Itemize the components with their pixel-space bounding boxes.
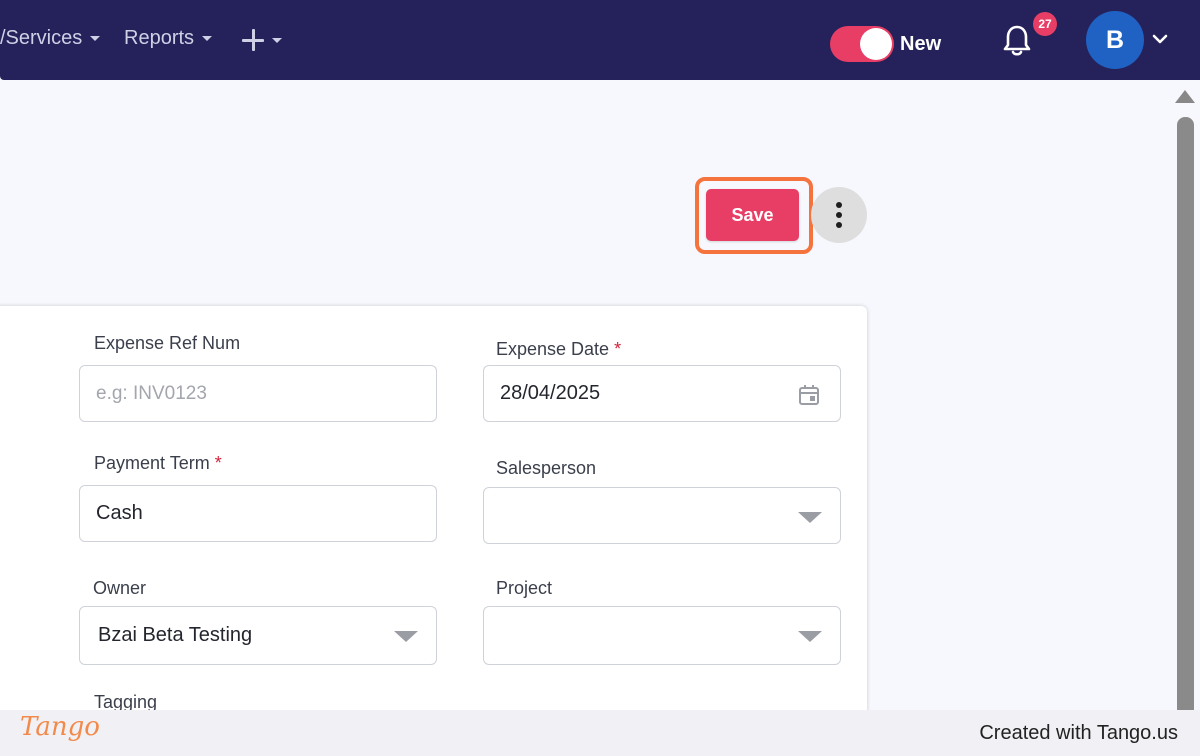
expense-date-label-text: Expense Date [496,339,610,359]
expense-ref-input[interactable]: e.g: INV0123 [79,365,437,422]
payment-term-value: Cash [96,502,143,524]
payment-term-label-text: Payment Term [94,453,210,473]
required-marker: * [614,339,622,359]
payment-term-label: Payment Term * [94,453,222,474]
required-marker: * [214,453,222,473]
tango-logo: Tango [20,712,100,742]
plus-icon [242,29,264,51]
nav-add-menu[interactable] [242,29,282,51]
more-dot [836,202,842,208]
caret-down-icon [90,36,101,41]
toggle-label: New [900,33,942,55]
salesperson-select[interactable] [483,487,841,544]
scroll-up-arrow[interactable] [1175,90,1195,103]
bell-icon[interactable] [1002,24,1032,58]
expense-date-label: Expense Date * [496,339,621,360]
dropdown-caret-icon [394,631,418,642]
notification-badge: 27 [1033,12,1057,36]
owner-select[interactable]: Bzai Beta Testing [79,606,437,665]
user-avatar[interactable]: B [1086,11,1144,69]
dropdown-caret-icon [798,631,822,642]
payment-term-input[interactable]: Cash [79,485,437,542]
nav-reports-menu[interactable]: Reports [124,27,213,50]
calendar-icon[interactable] [798,384,820,406]
expense-ref-placeholder: e.g: INV0123 [96,382,207,404]
salesperson-label: Salesperson [496,458,597,478]
expense-date-input[interactable]: 28/04/2025 [483,365,841,422]
project-label: Project [496,578,553,598]
toggle-knob [860,28,892,60]
caret-down-icon [272,37,282,43]
save-button[interactable]: Save [706,189,799,241]
owner-value: Bzai Beta Testing [98,624,253,646]
nav-reports-label: Reports [124,27,195,49]
owner-label: Owner [93,578,147,598]
new-ui-toggle[interactable] [830,26,894,62]
chevron-down-icon[interactable] [1152,33,1168,45]
dropdown-caret-icon [798,512,822,523]
expense-ref-label: Expense Ref Num [94,333,241,353]
tango-footer: Tango Created with Tango.us [0,710,1200,756]
top-navbar: /Services Reports New 27 B [0,0,1200,80]
scrollbar-thumb[interactable] [1177,117,1194,717]
more-options-button[interactable] [811,187,867,243]
project-select[interactable] [483,606,841,665]
tango-credit: Created with Tango.us [979,722,1178,744]
nav-services-label: /Services [0,27,83,49]
more-dot [836,212,842,218]
expense-date-value: 28/04/2025 [500,382,601,404]
more-dot [836,222,842,228]
nav-services-menu[interactable]: /Services [0,27,101,50]
caret-down-icon [202,36,213,41]
